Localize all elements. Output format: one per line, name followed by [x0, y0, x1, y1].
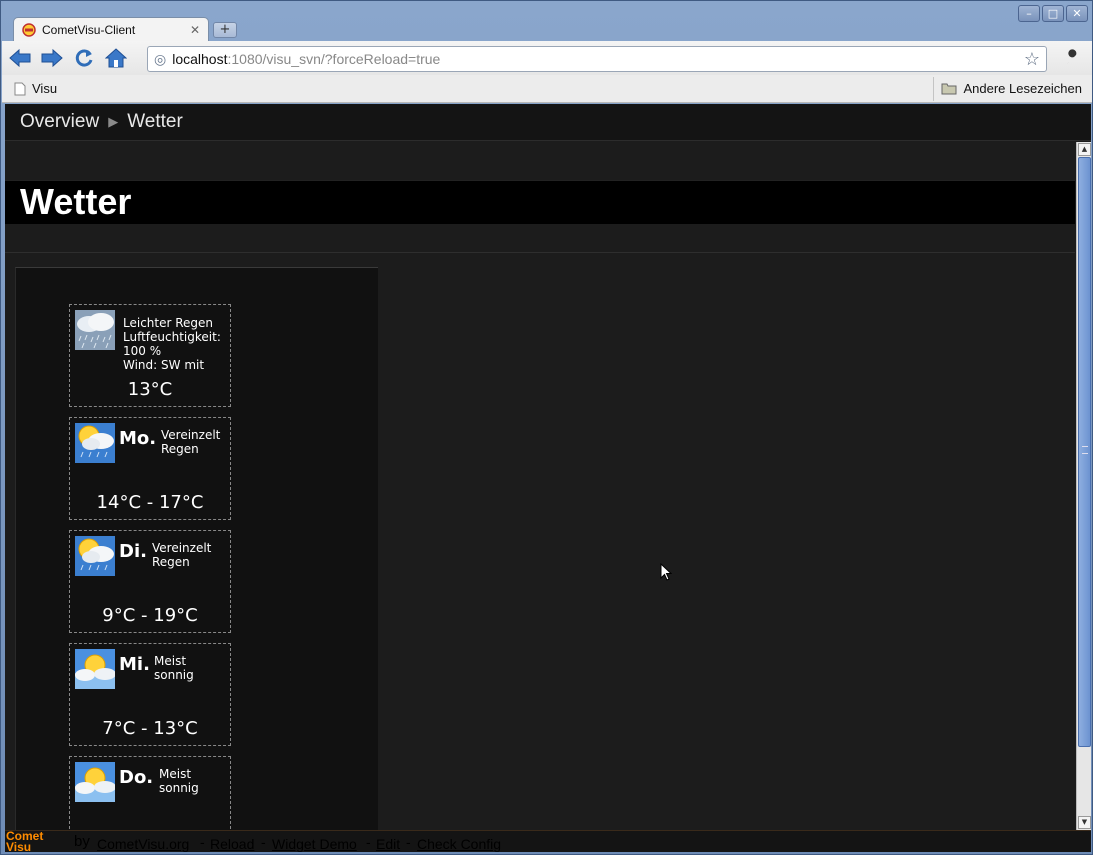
forecast-condition: Vereinzelt Regen [152, 541, 211, 569]
browser-window: CometVisu-Client ✕ + – □ ✕ ◎ localhost:… [0, 0, 1093, 855]
forecast-condition: Vereinzelt Regen [161, 428, 220, 456]
home-icon [105, 48, 127, 68]
url-path: :1080/visu_svn/?forceReload=true [227, 51, 441, 67]
scrollbar-thumb[interactable] [1078, 157, 1091, 747]
close-tab-icon[interactable]: ✕ [190, 23, 200, 37]
footer: Comet Visu by CometVisu.org - Reload - W… [5, 830, 1091, 852]
current-condition: Leichter Regen [123, 316, 214, 330]
forecast-day: Mo. [119, 428, 157, 449]
forecast-condition-line2: Regen [152, 555, 190, 569]
footer-separator: - [261, 834, 266, 850]
page-subheader-band [5, 224, 1075, 253]
page-title: Wetter [5, 181, 1075, 224]
home-button[interactable] [102, 44, 130, 72]
tab-cometvisu[interactable]: CometVisu-Client ✕ [13, 17, 209, 42]
current-temperature: 13°C [127, 379, 173, 400]
forecast-temperature: 7°C - 13°C [102, 718, 198, 739]
sun-cloud-icon [75, 762, 115, 802]
forecast-condition: Meist sonnig [159, 767, 199, 795]
footer-separator: - [366, 834, 371, 850]
weather-widget: Leichter Regen Luftfeuchtigkeit: 100 % W… [15, 267, 378, 830]
minimize-button[interactable]: – [1018, 5, 1040, 22]
maximize-button[interactable]: □ [1042, 5, 1064, 22]
forecast-condition-line1: Vereinzelt [161, 428, 221, 442]
breadcrumb-wetter: Wetter [127, 111, 183, 132]
forecast-day: Di. [119, 541, 147, 562]
reload-icon [75, 49, 93, 67]
forecast-temperature: 14°C - 17°C [96, 492, 204, 513]
forecast-condition: Meist sonnig [154, 654, 194, 682]
page-icon [14, 82, 26, 95]
cometvisu-page: Overview ▶ Wetter Wetter Leichter Regen … [5, 104, 1091, 852]
footer-separator: - [406, 834, 411, 850]
bookmarks-divider [933, 77, 934, 101]
current-humidity-label: Luftfeuchtigkeit: [123, 330, 221, 344]
reload-button[interactable] [70, 44, 98, 72]
cometvisu-logo: Comet Visu [6, 830, 43, 852]
forecast-condition-line1: Vereinzelt [152, 541, 212, 555]
footer-link-check-config[interactable]: Check Config [417, 836, 501, 852]
tab-strip: CometVisu-Client ✕ + – □ ✕ [1, 1, 1092, 42]
footer-link-cometvisu[interactable]: CometVisu.org [97, 836, 189, 852]
sun-cloud-rain-icon [75, 536, 115, 576]
forecast-condition-line2: sonnig [154, 668, 194, 682]
sun-cloud-icon [75, 649, 115, 689]
current-conditions-text: Leichter Regen Luftfeuchtigkeit: 100 % W… [123, 316, 221, 372]
bookmark-other-folder[interactable]: Andere Lesezeichen [941, 81, 1082, 96]
footer-by: by [74, 833, 90, 850]
url-host: localhost [172, 51, 228, 67]
scroll-down-button[interactable]: ▼ [1078, 816, 1091, 829]
footer-link-reload[interactable]: Reload [210, 836, 254, 852]
bookmark-visu-label: Visu [32, 81, 58, 96]
forward-button[interactable] [38, 44, 66, 72]
forecast-card-di: Di. Vereinzelt Regen 9°C - 19°C [69, 530, 231, 633]
forecast-day: Mi. [119, 654, 150, 675]
bookmark-star-icon[interactable]: ☆ [1024, 49, 1040, 70]
back-arrow-icon [9, 48, 31, 68]
scrollbar-grip [1082, 446, 1088, 454]
forecast-condition-line2: Regen [161, 442, 199, 456]
wrench-menu-icon[interactable] [1064, 49, 1082, 71]
bookmark-visu[interactable]: Visu [14, 81, 57, 96]
globe-icon: ◎ [154, 50, 167, 67]
forecast-condition-line2: sonnig [159, 781, 199, 795]
breadcrumb-arrow-icon: ▶ [108, 114, 119, 129]
weather-current-card: Leichter Regen Luftfeuchtigkeit: 100 % W… [69, 304, 231, 407]
browser-toolbar: ◎ localhost :1080/visu_svn/?forceReload=… [2, 41, 1092, 75]
forecast-temperature: 9°C - 19°C [102, 605, 198, 626]
breadcrumb: Overview ▶ Wetter [5, 104, 1091, 141]
breadcrumb-overview[interactable]: Overview [20, 111, 99, 133]
current-wind: Wind: SW mit [123, 358, 205, 372]
vertical-scrollbar[interactable]: ▲ ▼ [1076, 142, 1091, 830]
sun-cloud-rain-icon [75, 423, 115, 463]
bookmark-other-label: Andere Lesezeichen [963, 81, 1082, 96]
forward-arrow-icon [41, 48, 63, 68]
forecast-card-do: Do. Meist sonnig [69, 756, 231, 830]
rain-cloud-icon [75, 310, 115, 350]
footer-separator: - [200, 834, 205, 850]
new-tab-button[interactable]: + [213, 22, 237, 38]
window-controls: – □ ✕ [1018, 5, 1088, 22]
logo-line2: Visu [6, 840, 32, 852]
forecast-condition-line1: Meist [159, 767, 192, 781]
folder-icon [941, 83, 957, 95]
cometvisu-favicon-icon [22, 23, 36, 37]
forecast-condition-line1: Meist [154, 654, 187, 668]
page-header-band [5, 142, 1075, 181]
forecast-card-mo: Mo. Vereinzelt Regen 14°C - 17°C [69, 417, 231, 520]
forecast-card-mi: Mi. Meist sonnig 7°C - 13°C [69, 643, 231, 746]
mouse-cursor-icon [660, 563, 672, 581]
tab-title: CometVisu-Client [42, 23, 136, 37]
content-area: Wetter Leichter Regen Luftfeuchtigkeit: … [5, 142, 1075, 830]
back-button[interactable] [6, 44, 34, 72]
scroll-up-button[interactable]: ▲ [1078, 143, 1091, 156]
forecast-day: Do. [119, 767, 154, 788]
footer-link-edit[interactable]: Edit [376, 836, 400, 852]
address-bar[interactable]: ◎ localhost :1080/visu_svn/?forceReload=… [147, 46, 1047, 72]
bookmarks-bar: Visu Andere Lesezeichen [2, 75, 1092, 103]
close-window-button[interactable]: ✕ [1066, 5, 1088, 22]
footer-link-widget-demo[interactable]: Widget Demo [272, 836, 357, 852]
current-humidity-value: 100 % [123, 344, 162, 358]
